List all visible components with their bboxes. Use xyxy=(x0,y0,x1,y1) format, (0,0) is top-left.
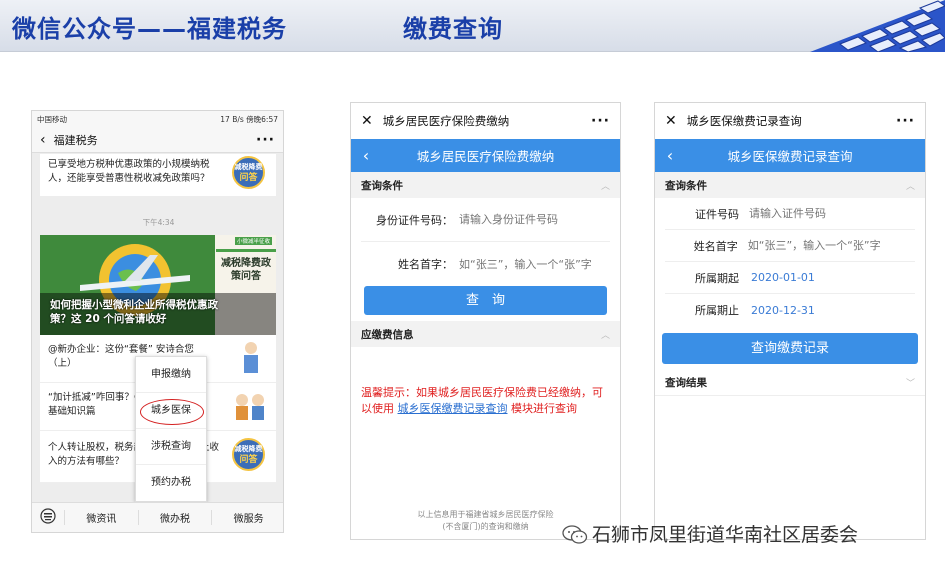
back-chevron-icon[interactable]: ‹ xyxy=(655,146,685,165)
cartoon-person-icon xyxy=(244,342,258,373)
name-initial-input[interactable] xyxy=(747,239,915,252)
field-label: 所属期止 xyxy=(695,304,739,317)
tab-micro-news[interactable]: 微资讯 xyxy=(64,510,138,525)
keyboard-image xyxy=(810,0,945,52)
watermark: 石狮市凤里街道华南社区居委会 xyxy=(562,520,858,547)
id-number-input[interactable] xyxy=(749,207,909,220)
more-icon[interactable]: ··· xyxy=(591,113,610,129)
menu-popup: 申报缴纳 城乡医保 涉税查询 预约办税 xyxy=(135,356,207,502)
status-right-text: 17 B/s 傍晚6:57 xyxy=(220,115,278,124)
section-header-query[interactable]: 查询条件 ︿ xyxy=(351,172,620,198)
slide-title: 微信公众号——福建税务 xyxy=(12,15,287,43)
keyboard-toggle-icon[interactable] xyxy=(32,508,64,527)
page-header-bar: ‹ 城乡居民医疗保险费缴纳 xyxy=(351,139,620,172)
webview-title: 城乡医保缴费记录查询 xyxy=(686,114,802,128)
field-label: 身份证件号码： xyxy=(376,213,453,227)
chat-nav-bar: ‹ 福建税务 ··· xyxy=(32,128,283,153)
bottom-menu-bar: 微资讯 微办税 微服务 xyxy=(32,502,283,532)
more-icon[interactable]: ··· xyxy=(896,113,915,129)
more-icon[interactable]: ··· xyxy=(256,132,275,148)
close-icon[interactable]: ✕ xyxy=(361,113,373,129)
cartoon-people-icon xyxy=(236,394,264,420)
menu-item-appointment[interactable]: 预约办税 xyxy=(136,465,206,501)
menu-item-declare-pay[interactable]: 申报缴纳 xyxy=(136,357,206,393)
webview-top-bar: ✕ 城乡医保缴费记录查询 ··· xyxy=(655,103,925,139)
watermark-text: 石狮市凤里街道华南社区居委会 xyxy=(592,524,859,546)
phone-medical-payment: ✕ 城乡居民医疗保险费缴纳 ··· ‹ 城乡居民医疗保险费缴纳 查询条件 ︿ 身… xyxy=(350,102,621,540)
section-title: 查询结果 xyxy=(665,377,707,389)
section-title: 应缴费信息 xyxy=(361,328,414,341)
tax-qa-badge-icon: 减税降费 问答 xyxy=(232,156,265,189)
tab-micro-service[interactable]: 微服务 xyxy=(211,510,283,525)
status-bar: 中国移动 17 B/s 傍晚6:57 xyxy=(32,111,283,128)
chevron-up-icon: ︿ xyxy=(600,330,610,341)
back-arrow-icon[interactable]: ‹ xyxy=(40,132,46,148)
section-header-results[interactable]: 查询结果 ﹀ xyxy=(655,370,925,396)
query-records-button[interactable]: 查询缴费记录 xyxy=(662,333,918,364)
chevron-up-icon: ︿ xyxy=(905,181,915,192)
id-number-field[interactable]: 证件号码 xyxy=(665,198,915,230)
section-title: 查询条件 xyxy=(665,179,707,192)
query-button[interactable]: 查 询 xyxy=(364,286,607,315)
badge-top-text: 减税降费 xyxy=(234,445,263,453)
name-initial-field[interactable]: 姓名首字 xyxy=(665,230,915,262)
wechat-icon xyxy=(562,524,588,544)
menu-item-tax-query[interactable]: 涉税查询 xyxy=(136,429,206,465)
slide-header: 微信公众号——福建税务 缴费查询 xyxy=(0,0,945,52)
section-title: 查询条件 xyxy=(361,179,403,192)
badge-bottom-text: 问答 xyxy=(239,173,258,183)
account-name: 福建税务 xyxy=(53,134,98,147)
webview-title: 城乡居民医疗保险费缴纳 xyxy=(382,114,510,128)
id-number-field[interactable]: 身份证件号码： xyxy=(361,198,610,242)
field-label: 姓名首字 xyxy=(693,239,738,253)
chevron-up-icon: ︿ xyxy=(600,181,610,192)
list-item-text: “加计抵减”咋回事？①基础知识篇 xyxy=(48,392,143,417)
name-initial-field[interactable]: 姓名首字： xyxy=(361,242,610,286)
carrier-text: 中国移动 xyxy=(37,115,67,124)
field-label: 所属期起 xyxy=(695,271,739,285)
period-start-field[interactable]: 所属期起 2020-01-01 xyxy=(665,262,915,294)
tab-micro-tax[interactable]: 微办税 xyxy=(137,510,212,525)
warm-tip-text-end: 模块进行查询 xyxy=(511,402,577,415)
id-number-input[interactable] xyxy=(459,213,599,226)
field-label: 姓名首字： xyxy=(398,258,453,271)
tax-qa-badge-icon: 减税降费 问答 xyxy=(232,438,265,471)
article-banner[interactable]: 小微减半征收 减税降费政策问答 如何把握小型微利企业所得税优惠政策？这 20 个… xyxy=(40,235,276,335)
page-header-bar: ‹ 城乡医保缴费记录查询 xyxy=(655,139,925,172)
name-initial-input[interactable] xyxy=(459,257,609,271)
message-card[interactable]: 已享受地方税种优惠政策的小规模纳税人，还能享受普惠性税收减免政策吗？ 减税降费 … xyxy=(40,154,276,196)
page-title: 城乡医保缴费记录查询 xyxy=(727,149,853,164)
slide-subtitle: 缴费查询 xyxy=(403,15,503,43)
period-end-value[interactable]: 2020-12-31 xyxy=(751,304,815,317)
banner-caption: 如何把握小型微利企业所得税优惠政策？这 20 个问答请收好 xyxy=(50,299,218,325)
phone-payment-records: ✕ 城乡医保缴费记录查询 ··· ‹ 城乡医保缴费记录查询 查询条件 ︿ 证件号… xyxy=(654,102,926,540)
page-title: 城乡居民医疗保险费缴纳 xyxy=(416,149,555,164)
timestamp: 下午4:34 xyxy=(142,218,175,227)
chevron-down-icon: ﹀ xyxy=(905,379,915,389)
period-end-field[interactable]: 所属期止 2020-12-31 xyxy=(665,294,915,326)
close-icon[interactable]: ✕ xyxy=(665,113,677,129)
section-header-query[interactable]: 查询条件 ︿ xyxy=(655,172,925,198)
field-label: 证件号码 xyxy=(695,207,739,221)
section-header-due[interactable]: 应缴费信息 ︿ xyxy=(351,321,620,347)
menu-item-medical-insurance[interactable]: 城乡医保 xyxy=(136,393,206,429)
record-query-link[interactable]: 城乡医保缴费记录查询 xyxy=(398,402,508,415)
phone-wechat-account: 中国移动 17 B/s 傍晚6:57 ‹ 福建税务 ··· 已享受地方税种优惠政… xyxy=(31,110,284,533)
message-text: 已享受地方税种优惠政策的小规模纳税人，还能享受普惠性税收减免政策吗？ xyxy=(48,159,210,184)
warm-tip: 温馨提示：如果城乡居民医疗保险费已经缴纳，可以使用 城乡医保缴费记录查询 模块进… xyxy=(351,385,620,417)
period-start-value[interactable]: 2020-01-01 xyxy=(751,271,815,284)
badge-top-text: 减税降费 xyxy=(234,163,263,171)
back-chevron-icon[interactable]: ‹ xyxy=(351,146,381,165)
webview-top-bar: ✕ 城乡居民医疗保险费缴纳 ··· xyxy=(351,103,620,139)
banner-side-text: 减税降费政策问答 xyxy=(221,258,271,282)
banner-tag: 小微减半征收 xyxy=(234,237,272,245)
badge-bottom-text: 问答 xyxy=(239,455,258,465)
